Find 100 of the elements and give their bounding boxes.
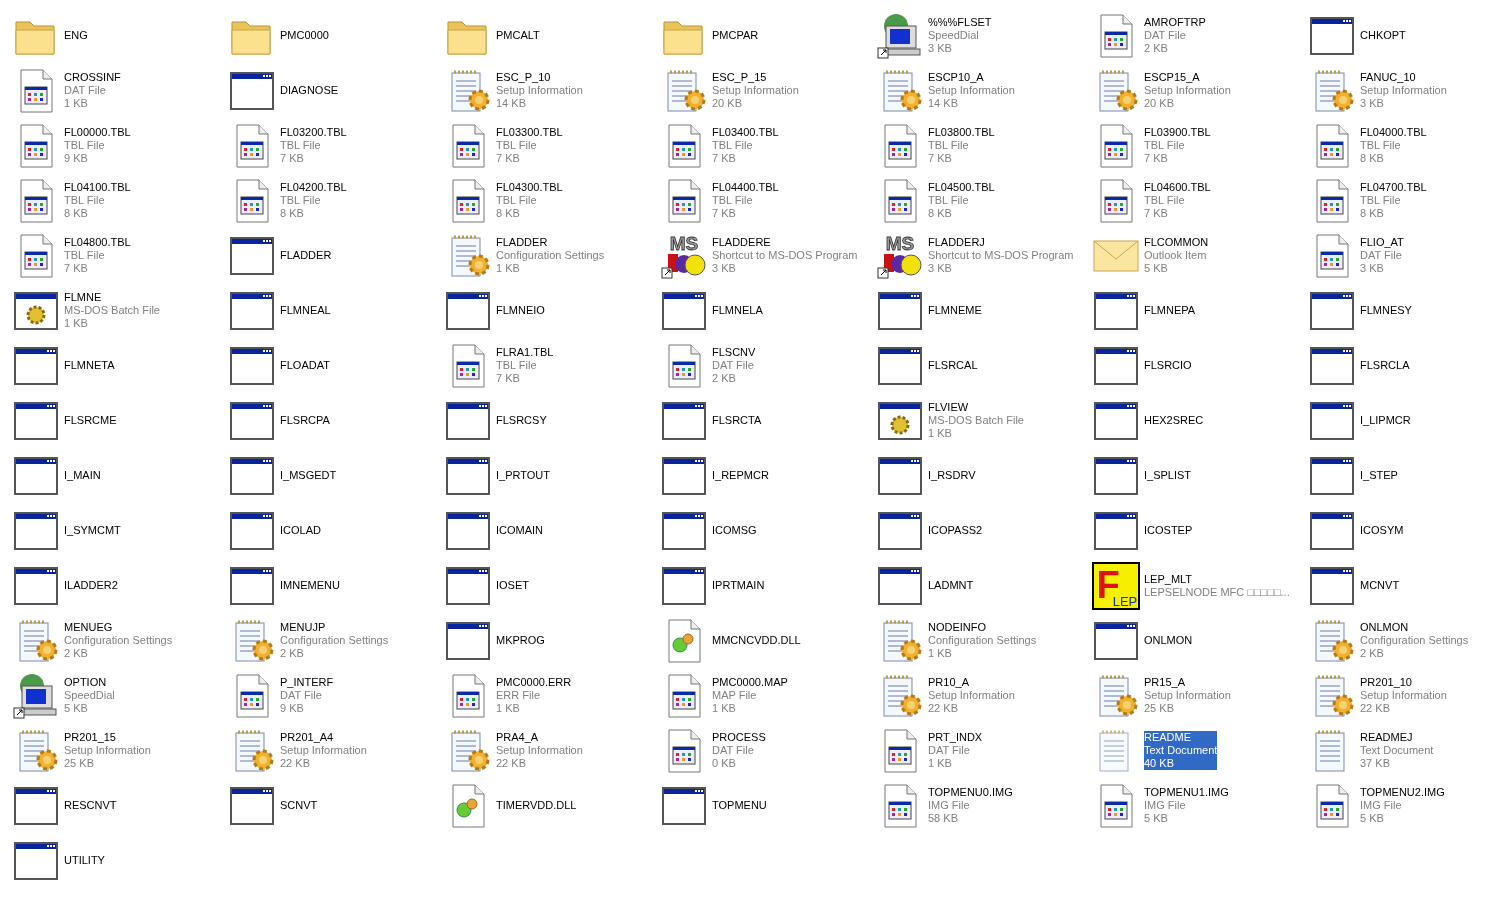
file-label[interactable]: MENUEG Configuration Settings 2 KB [64,621,173,660]
file-name[interactable]: ICOPASS2 [928,524,983,537]
file-label[interactable]: ESC_P_10 Setup Information 14 KB [496,71,583,110]
file-name[interactable]: TIMERVDD.DLL [496,799,577,812]
file-label[interactable]: TOPMENU0.IMG IMG File 58 KB [928,786,1013,825]
file-name[interactable]: LADMNT [928,579,974,592]
file-label[interactable]: PR10_A Setup Information 22 KB [928,676,1015,715]
file-name[interactable]: FLSRCAL [928,359,978,372]
file-name[interactable]: I_MSGEDT [280,469,337,482]
file-name[interactable]: PMCPAR [712,29,759,42]
file-label[interactable]: FLCOMMON Outlook Item 5 KB [1144,236,1209,275]
file-name[interactable]: I_RSDRV [928,469,976,482]
file-name[interactable]: FLSRCSY [496,414,547,427]
file-name[interactable]: FLSRCTA [712,414,762,427]
file-label[interactable]: %%%FLSET SpeedDial 3 KB [928,16,992,55]
file-label[interactable]: FL04700.TBL TBL File 8 KB [1360,181,1427,220]
file-name[interactable]: FLMNEAL [280,304,331,317]
file-name[interactable]: MKPROG [496,634,545,647]
file-label[interactable]: TOPMENU1.IMG IMG File 5 KB [1144,786,1229,825]
file-label[interactable]: PMC0000.MAP MAP File 1 KB [712,676,788,715]
file-name[interactable]: FLOADAT [280,359,330,372]
file-label[interactable]: README Text Document 40 KB [1144,731,1218,770]
file-name[interactable]: ENG [64,29,88,42]
file-label[interactable]: FL04500.TBL TBL File 8 KB [928,181,995,220]
file-label[interactable]: FLIO_AT DAT File 3 KB [1360,236,1404,275]
file-name[interactable]: FLSRCLA [1360,359,1410,372]
file-name[interactable]: ICOSTEP [1144,524,1193,537]
file-label[interactable]: FL04400.TBL TBL File 7 KB [712,181,779,220]
file-name[interactable]: MMCNCVDD.DLL [712,634,801,647]
file-name[interactable]: FLMNELA [712,304,763,317]
file-label[interactable]: PRT_INDX DAT File 1 KB [928,731,983,770]
file-label[interactable]: PROCESS DAT File 0 KB [712,731,766,770]
file-label[interactable]: FL04000.TBL TBL File 8 KB [1360,126,1427,165]
file-label[interactable]: PR201_A4 Setup Information 22 KB [280,731,367,770]
file-label[interactable]: ESCP15_A Setup Information 20 KB [1144,71,1231,110]
file-label[interactable]: FL03800.TBL TBL File 7 KB [928,126,995,165]
file-label[interactable]: FL03400.TBL TBL File 7 KB [712,126,779,165]
file-label[interactable]: AMROFTRP DAT File 2 KB [1144,16,1206,55]
file-name[interactable]: I_LIPMCR [1360,414,1411,427]
file-label[interactable]: FL03300.TBL TBL File 7 KB [496,126,563,165]
file-name[interactable]: FLSRCME [64,414,117,427]
file-label[interactable]: FLRA1.TBL TBL File 7 KB [496,346,554,385]
file-name[interactable]: RESCNVT [64,799,117,812]
file-name[interactable]: FLMNEIO [496,304,545,317]
file-label[interactable]: FANUC_10 Setup Information 3 KB [1360,71,1447,110]
file-label[interactable]: PMC0000.ERR ERR File 1 KB [496,676,572,715]
file-label[interactable]: FL03900.TBL TBL File 7 KB [1144,126,1211,165]
file-name[interactable]: I_SPLIST [1144,469,1192,482]
file-label[interactable]: FL04200.TBL TBL File 8 KB [280,181,347,220]
file-name[interactable]: IPRTMAIN [712,579,765,592]
file-name[interactable]: FLSRCPA [280,414,330,427]
file-label[interactable]: ONLMON Configuration Settings 2 KB [1360,621,1469,660]
file-label[interactable]: FLVIEW MS-DOS Batch File 1 KB [928,401,1024,440]
file-label[interactable]: ESCP10_A Setup Information 14 KB [928,71,1015,110]
file-name[interactable]: IOSET [496,579,529,592]
file-label[interactable]: FL04600.TBL TBL File 7 KB [1144,181,1211,220]
file-name[interactable]: FLMNETA [64,359,115,372]
file-name[interactable]: CHKOPT [1360,29,1406,42]
file-name[interactable]: I_MAIN [64,469,101,482]
file-name[interactable]: I_PRTOUT [496,469,550,482]
file-label[interactable]: FLMNE MS-DOS Batch File 1 KB [64,291,160,330]
file-label[interactable]: PRA4_A Setup Information 22 KB [496,731,583,770]
file-name[interactable]: FLMNEME [928,304,982,317]
file-name[interactable]: I_STEP [1360,469,1398,482]
file-label[interactable]: MENUJP Configuration Settings 2 KB [280,621,389,660]
file-name[interactable]: FLMNESY [1360,304,1412,317]
file-label[interactable]: FL04100.TBL TBL File 8 KB [64,181,131,220]
file-name[interactable]: ICOMAIN [496,524,544,537]
file-label[interactable]: FL04800.TBL TBL File 7 KB [64,236,131,275]
file-name[interactable]: I_SYMCMT [64,524,121,537]
file-name[interactable]: FLMNEPA [1144,304,1196,317]
file-name[interactable]: IMNEMENU [280,579,340,592]
file-name[interactable]: PMC0000 [280,29,329,42]
file-label[interactable]: ESC_P_15 Setup Information 20 KB [712,71,799,110]
file-name[interactable]: UTILITY [64,854,105,867]
file-label[interactable]: FL00000.TBL TBL File 9 KB [64,126,131,165]
file-label[interactable]: FL04300.TBL TBL File 8 KB [496,181,563,220]
file-name[interactable]: ICOLAD [280,524,321,537]
file-name[interactable]: ICOMSG [712,524,757,537]
file-label[interactable]: LEP_MLT LEPSELNODE MFC □□□□□... [1144,572,1290,599]
file-label[interactable]: PR201_15 Setup Information 25 KB [64,731,151,770]
file-name[interactable]: FLSRCIO [1144,359,1192,372]
file-label[interactable]: PR201_10 Setup Information 22 KB [1360,676,1447,715]
file-label[interactable]: PR15_A Setup Information 25 KB [1144,676,1231,715]
file-name[interactable]: TOPMENU [712,799,767,812]
file-label[interactable]: FLSCNV DAT File 2 KB [712,346,756,385]
file-name[interactable]: I_REPMCR [712,469,769,482]
file-label[interactable]: FLADDERE Shortcut to MS-DOS Program 3 KB [712,236,858,275]
file-label[interactable]: P_INTERF DAT File 9 KB [280,676,334,715]
file-label[interactable]: FL03200.TBL TBL File 7 KB [280,126,347,165]
file-label[interactable]: FLADDERJ Shortcut to MS-DOS Program 3 KB [928,236,1074,275]
file-name[interactable]: ILADDER2 [64,579,118,592]
file-label[interactable]: TOPMENU2.IMG IMG File 5 KB [1360,786,1445,825]
file-name[interactable]: HEX2SREC [1144,414,1204,427]
file-label[interactable]: FLADDER Configuration Settings 1 KB [496,236,605,275]
file-label[interactable]: OPTION SpeedDial 5 KB [64,676,115,715]
file-label[interactable]: READMEJ Text Document 37 KB [1360,731,1434,770]
file-name[interactable]: ICOSYM [1360,524,1404,537]
file-name[interactable]: MCNVT [1360,579,1400,592]
file-name[interactable]: FLADDER [280,249,332,262]
